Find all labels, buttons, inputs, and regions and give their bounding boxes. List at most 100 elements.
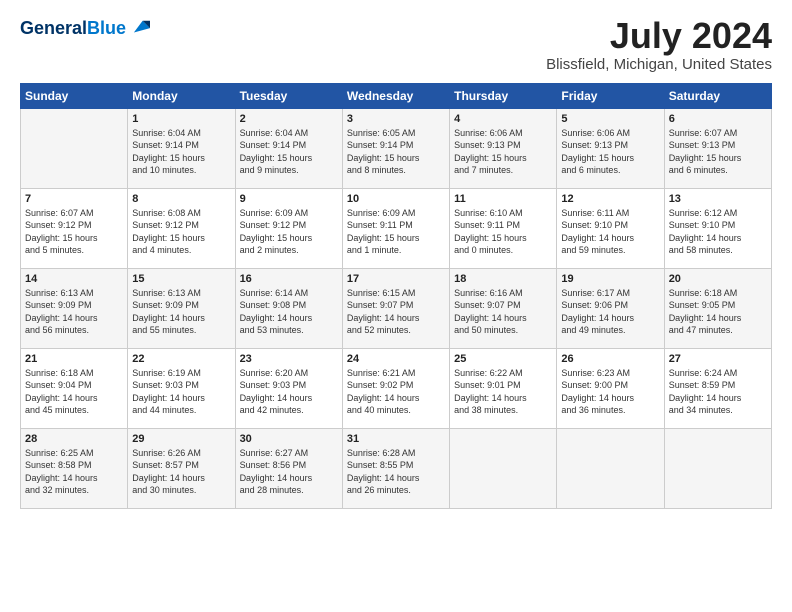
calendar-cell: [21, 108, 128, 188]
header: GeneralBlue July 2024 Blissfield, Michig…: [20, 16, 772, 73]
logo: GeneralBlue: [20, 16, 150, 40]
day-info: Sunrise: 6:20 AM Sunset: 9:03 PM Dayligh…: [240, 367, 338, 417]
calendar-cell: 5 Sunrise: 6:06 AM Sunset: 9:13 PM Daylig…: [557, 108, 664, 188]
day-number: 15: [132, 273, 230, 285]
day-info: Sunrise: 6:26 AM Sunset: 8:57 PM Dayligh…: [132, 447, 230, 497]
day-number: 7: [25, 193, 123, 205]
day-info: Sunrise: 6:18 AM Sunset: 9:04 PM Dayligh…: [25, 367, 123, 417]
day-number: 8: [132, 193, 230, 205]
day-info: Sunrise: 6:27 AM Sunset: 8:56 PM Dayligh…: [240, 447, 338, 497]
logo-text: GeneralBlue: [20, 19, 126, 37]
calendar-cell: 21 Sunrise: 6:18 AM Sunset: 9:04 PM Dayli…: [21, 348, 128, 428]
day-info: Sunrise: 6:16 AM Sunset: 9:07 PM Dayligh…: [454, 287, 552, 337]
day-info: Sunrise: 6:09 AM Sunset: 9:12 PM Dayligh…: [240, 207, 338, 257]
day-info: Sunrise: 6:06 AM Sunset: 9:13 PM Dayligh…: [454, 127, 552, 177]
day-number: 11: [454, 193, 552, 205]
day-info: Sunrise: 6:18 AM Sunset: 9:05 PM Dayligh…: [669, 287, 767, 337]
day-number: 4: [454, 113, 552, 125]
day-info: Sunrise: 6:13 AM Sunset: 9:09 PM Dayligh…: [132, 287, 230, 337]
day-number: 22: [132, 353, 230, 365]
weekday-header-friday: Friday: [557, 83, 664, 108]
day-number: 6: [669, 113, 767, 125]
main-title: July 2024: [546, 16, 772, 56]
day-info: Sunrise: 6:07 AM Sunset: 9:12 PM Dayligh…: [25, 207, 123, 257]
day-number: 14: [25, 273, 123, 285]
day-number: 21: [25, 353, 123, 365]
weekday-header-thursday: Thursday: [450, 83, 557, 108]
day-number: 12: [561, 193, 659, 205]
week-row-2: 7 Sunrise: 6:07 AM Sunset: 9:12 PM Daylig…: [21, 188, 772, 268]
day-number: 5: [561, 113, 659, 125]
calendar-cell: 4 Sunrise: 6:06 AM Sunset: 9:13 PM Daylig…: [450, 108, 557, 188]
day-info: Sunrise: 6:07 AM Sunset: 9:13 PM Dayligh…: [669, 127, 767, 177]
day-number: 16: [240, 273, 338, 285]
day-info: Sunrise: 6:05 AM Sunset: 9:14 PM Dayligh…: [347, 127, 445, 177]
calendar-table: SundayMondayTuesdayWednesdayThursdayFrid…: [20, 83, 772, 509]
day-number: 27: [669, 353, 767, 365]
day-info: Sunrise: 6:13 AM Sunset: 9:09 PM Dayligh…: [25, 287, 123, 337]
day-info: Sunrise: 6:25 AM Sunset: 8:58 PM Dayligh…: [25, 447, 123, 497]
day-number: 10: [347, 193, 445, 205]
day-number: 31: [347, 433, 445, 445]
day-info: Sunrise: 6:08 AM Sunset: 9:12 PM Dayligh…: [132, 207, 230, 257]
day-number: 1: [132, 113, 230, 125]
weekday-header-sunday: Sunday: [21, 83, 128, 108]
calendar-cell: 31 Sunrise: 6:28 AM Sunset: 8:55 PM Dayli…: [342, 428, 449, 508]
day-number: 2: [240, 113, 338, 125]
calendar-cell: 22 Sunrise: 6:19 AM Sunset: 9:03 PM Dayli…: [128, 348, 235, 428]
day-info: Sunrise: 6:22 AM Sunset: 9:01 PM Dayligh…: [454, 367, 552, 417]
week-row-3: 14 Sunrise: 6:13 AM Sunset: 9:09 PM Dayli…: [21, 268, 772, 348]
day-info: Sunrise: 6:28 AM Sunset: 8:55 PM Dayligh…: [347, 447, 445, 497]
weekday-header-monday: Monday: [128, 83, 235, 108]
day-info: Sunrise: 6:14 AM Sunset: 9:08 PM Dayligh…: [240, 287, 338, 337]
title-block: July 2024 Blissfield, Michigan, United S…: [546, 16, 772, 73]
calendar-cell: 13Sunrise: 6:12 AM Sunset: 9:10 PM Dayli…: [664, 188, 771, 268]
calendar-cell: [450, 428, 557, 508]
day-info: Sunrise: 6:19 AM Sunset: 9:03 PM Dayligh…: [132, 367, 230, 417]
calendar-cell: 19 Sunrise: 6:17 AM Sunset: 9:06 PM Dayli…: [557, 268, 664, 348]
calendar-cell: 25 Sunrise: 6:22 AM Sunset: 9:01 PM Dayli…: [450, 348, 557, 428]
day-number: 19: [561, 273, 659, 285]
calendar-cell: 17 Sunrise: 6:15 AM Sunset: 9:07 PM Dayli…: [342, 268, 449, 348]
day-info: Sunrise: 6:04 AM Sunset: 9:14 PM Dayligh…: [132, 127, 230, 177]
day-number: 24: [347, 353, 445, 365]
week-row-1: 1 Sunrise: 6:04 AM Sunset: 9:14 PM Daylig…: [21, 108, 772, 188]
day-number: 23: [240, 353, 338, 365]
day-number: 18: [454, 273, 552, 285]
logo-icon: [128, 16, 150, 38]
calendar-cell: 10 Sunrise: 6:09 AM Sunset: 9:11 PM Dayli…: [342, 188, 449, 268]
day-info: Sunrise: 6:15 AM Sunset: 9:07 PM Dayligh…: [347, 287, 445, 337]
day-number: 13: [669, 193, 767, 205]
calendar-cell: 11 Sunrise: 6:10 AM Sunset: 9:11 PM Dayli…: [450, 188, 557, 268]
day-number: 17: [347, 273, 445, 285]
day-info: Sunrise: 6:09 AM Sunset: 9:11 PM Dayligh…: [347, 207, 445, 257]
day-number: 3: [347, 113, 445, 125]
calendar-cell: 6 Sunrise: 6:07 AM Sunset: 9:13 PM Daylig…: [664, 108, 771, 188]
weekday-header-saturday: Saturday: [664, 83, 771, 108]
calendar-cell: [557, 428, 664, 508]
calendar-cell: 2 Sunrise: 6:04 AM Sunset: 9:14 PM Daylig…: [235, 108, 342, 188]
subtitle: Blissfield, Michigan, United States: [546, 56, 772, 73]
weekday-header-wednesday: Wednesday: [342, 83, 449, 108]
day-number: 9: [240, 193, 338, 205]
calendar-cell: 14 Sunrise: 6:13 AM Sunset: 9:09 PM Dayli…: [21, 268, 128, 348]
day-number: 25: [454, 353, 552, 365]
day-number: 20: [669, 273, 767, 285]
calendar-cell: 18 Sunrise: 6:16 AM Sunset: 9:07 PM Dayli…: [450, 268, 557, 348]
day-info: Sunrise: 6:24 AM Sunset: 8:59 PM Dayligh…: [669, 367, 767, 417]
calendar-cell: 1 Sunrise: 6:04 AM Sunset: 9:14 PM Daylig…: [128, 108, 235, 188]
day-info: Sunrise: 6:04 AM Sunset: 9:14 PM Dayligh…: [240, 127, 338, 177]
day-info: Sunrise: 6:06 AM Sunset: 9:13 PM Dayligh…: [561, 127, 659, 177]
calendar-cell: 3 Sunrise: 6:05 AM Sunset: 9:14 PM Daylig…: [342, 108, 449, 188]
calendar-cell: 9 Sunrise: 6:09 AM Sunset: 9:12 PM Daylig…: [235, 188, 342, 268]
calendar-cell: 28 Sunrise: 6:25 AM Sunset: 8:58 PM Dayli…: [21, 428, 128, 508]
day-info: Sunrise: 6:21 AM Sunset: 9:02 PM Dayligh…: [347, 367, 445, 417]
week-row-4: 21 Sunrise: 6:18 AM Sunset: 9:04 PM Dayli…: [21, 348, 772, 428]
day-info: Sunrise: 6:23 AM Sunset: 9:00 PM Dayligh…: [561, 367, 659, 417]
day-info: Sunrise: 6:10 AM Sunset: 9:11 PM Dayligh…: [454, 207, 552, 257]
header-row: SundayMondayTuesdayWednesdayThursdayFrid…: [21, 83, 772, 108]
calendar-cell: 12Sunrise: 6:11 AM Sunset: 9:10 PM Dayli…: [557, 188, 664, 268]
day-info: Sunrise: 6:17 AM Sunset: 9:06 PM Dayligh…: [561, 287, 659, 337]
calendar-cell: 15 Sunrise: 6:13 AM Sunset: 9:09 PM Dayli…: [128, 268, 235, 348]
day-number: 28: [25, 433, 123, 445]
